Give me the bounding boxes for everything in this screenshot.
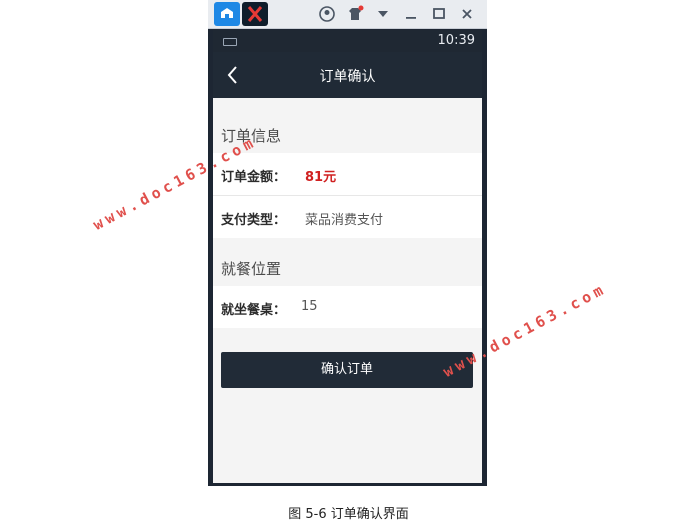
emulator-window: 10:39 订单确认 订单信息 订单金额： 81元 支付类型： 菜品消费支付 就… bbox=[208, 0, 487, 486]
table-row[interactable]: 就坐餐桌： 15 bbox=[213, 286, 482, 328]
order-amount-label: 订单金额： bbox=[221, 170, 287, 185]
tools-app-icon[interactable] bbox=[242, 2, 268, 26]
confirm-order-button[interactable]: 确认订单 bbox=[221, 352, 473, 388]
maximize-icon[interactable] bbox=[430, 5, 448, 23]
close-icon[interactable] bbox=[458, 5, 476, 23]
phone-screen: 10:39 订单确认 订单信息 订单金额： 81元 支付类型： 菜品消费支付 就… bbox=[213, 30, 482, 483]
pay-type-label: 支付类型： bbox=[221, 213, 287, 228]
table-label: 就坐餐桌： bbox=[221, 303, 287, 318]
shirt-icon[interactable] bbox=[346, 5, 364, 23]
status-time: 10:39 bbox=[437, 33, 475, 48]
home-app-icon[interactable] bbox=[214, 2, 240, 26]
dropdown-icon[interactable] bbox=[374, 5, 392, 23]
order-amount-value: 81元 bbox=[305, 170, 337, 185]
table-number-input[interactable]: 15 bbox=[301, 299, 318, 314]
account-icon[interactable] bbox=[318, 5, 336, 23]
status-bar: 10:39 bbox=[213, 30, 482, 52]
page-title: 订单确认 bbox=[319, 69, 376, 85]
pay-type-row: 支付类型： 菜品消费支付 bbox=[213, 196, 482, 238]
keyboard-icon bbox=[223, 38, 237, 46]
figure-caption: 图 5-6 订单确认界面 bbox=[288, 507, 409, 522]
nav-bar: 订单确认 bbox=[213, 52, 482, 98]
order-amount-row: 订单金额： 81元 bbox=[213, 153, 482, 195]
pay-type-value: 菜品消费支付 bbox=[305, 213, 384, 228]
dining-position-title: 就餐位置 bbox=[221, 260, 282, 278]
emulator-toolbar bbox=[208, 0, 487, 29]
minimize-icon[interactable] bbox=[402, 5, 420, 23]
